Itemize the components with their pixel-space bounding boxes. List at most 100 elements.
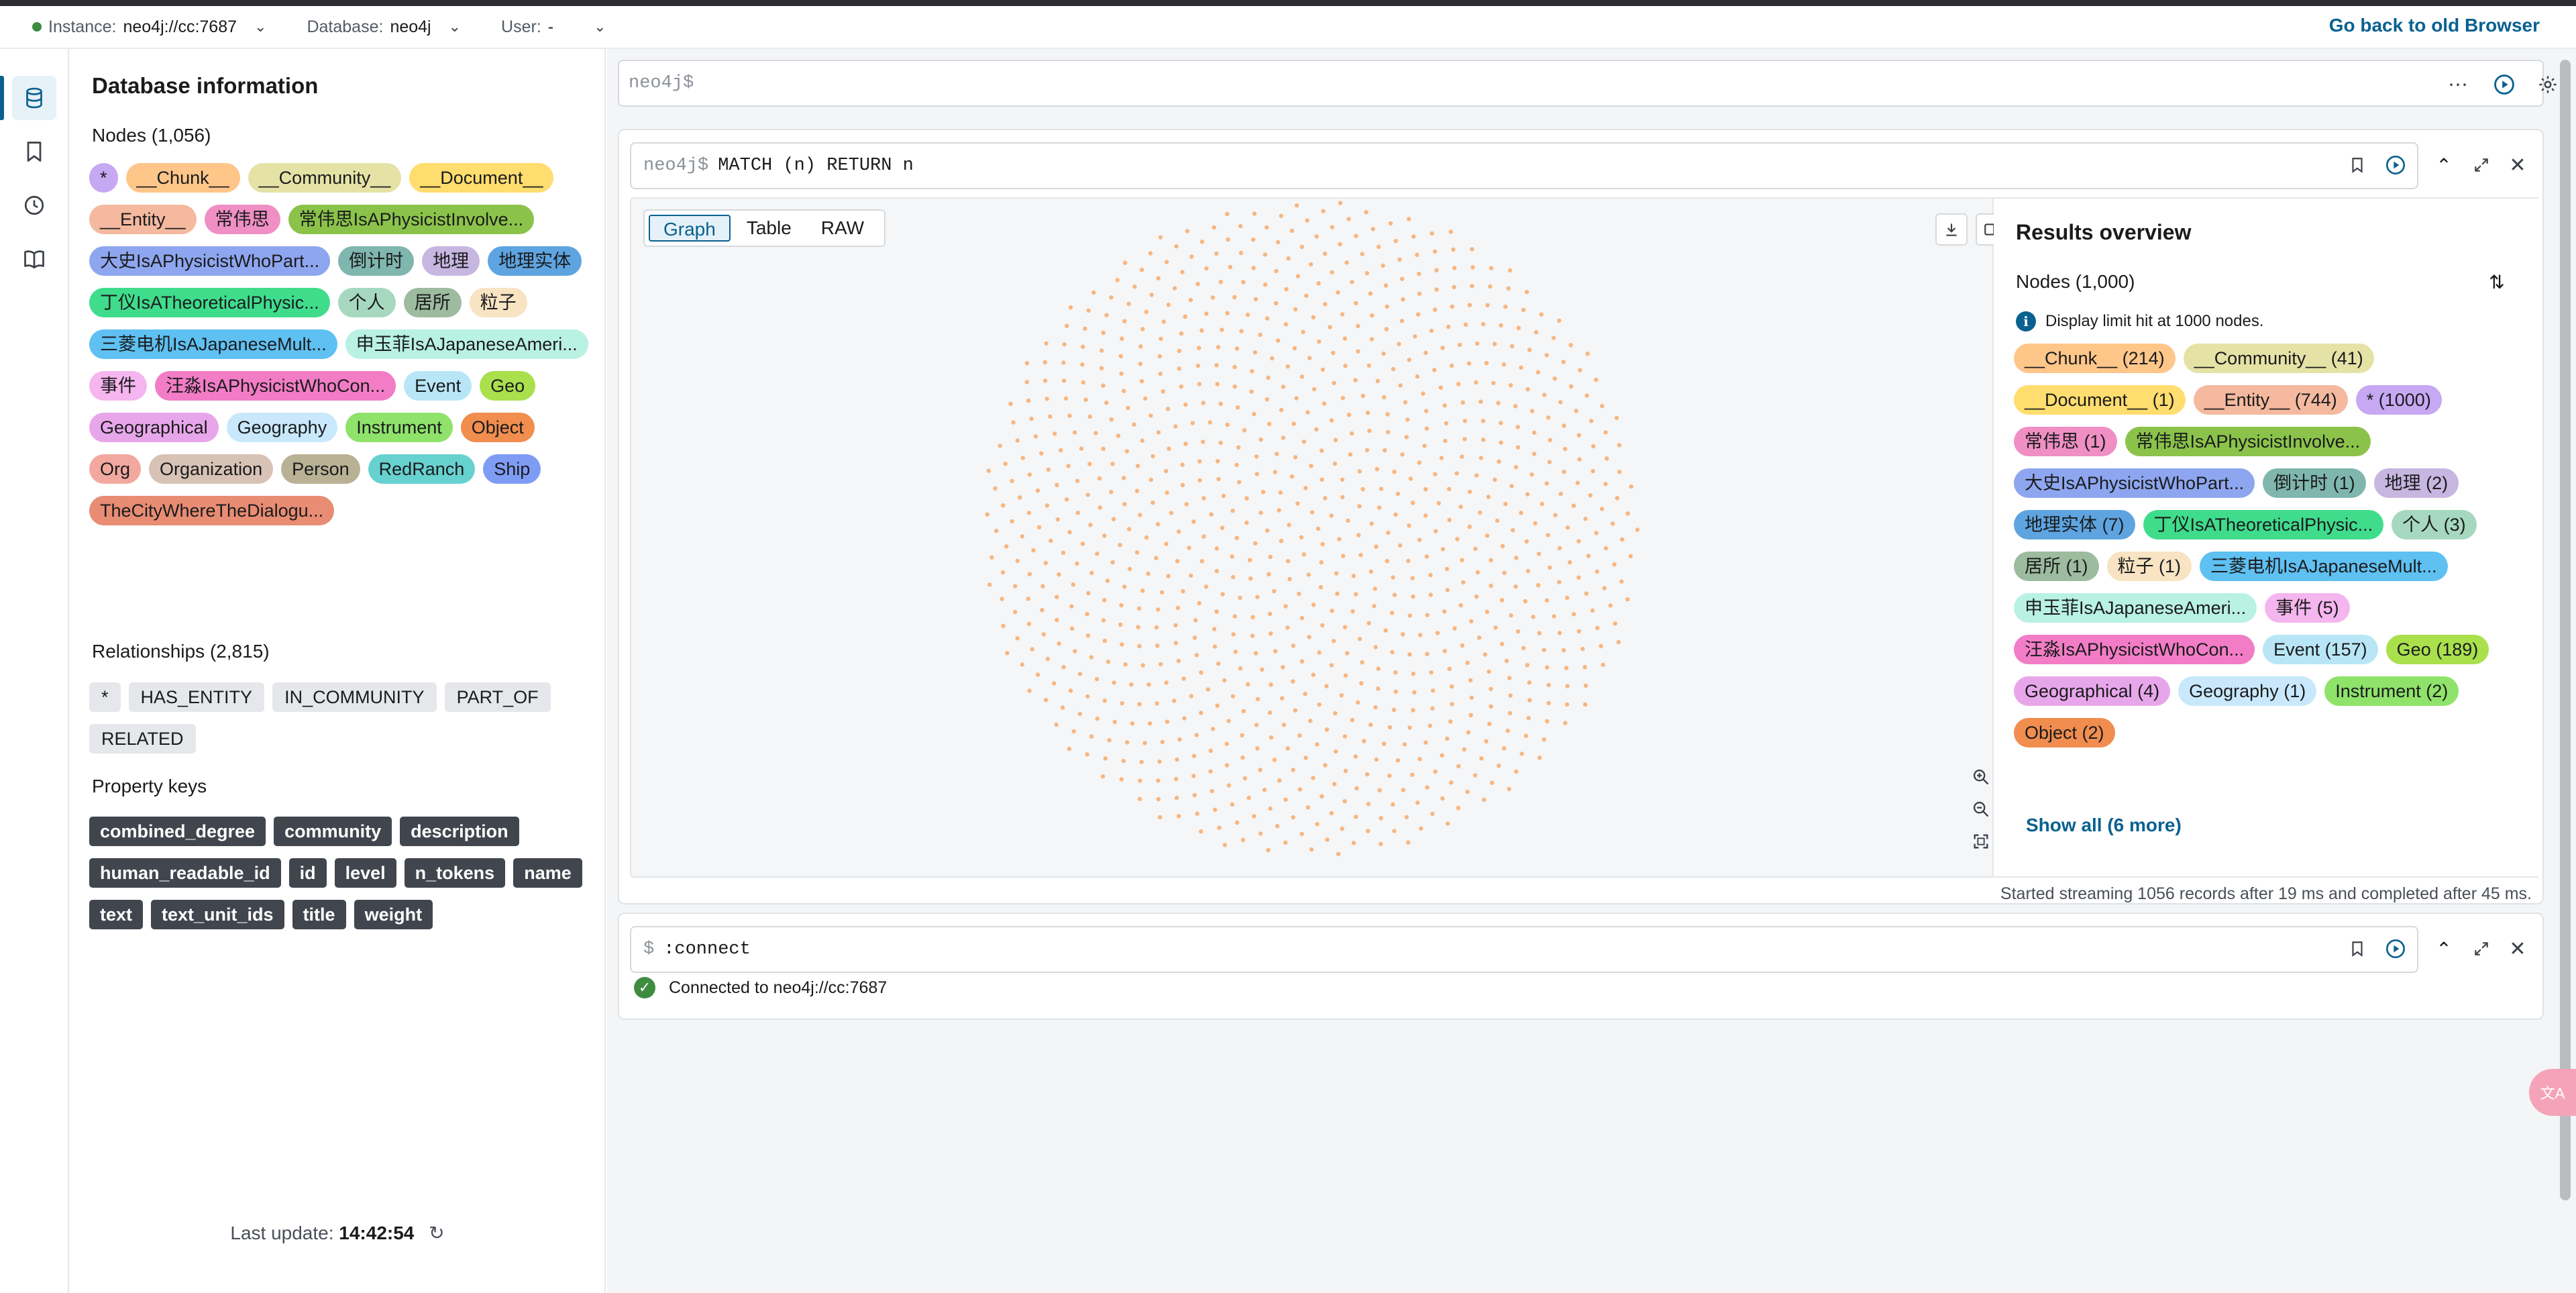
graph-node[interactable] [1245, 312, 1250, 317]
graph-node[interactable] [1043, 697, 1049, 703]
graph-node[interactable] [1344, 260, 1349, 265]
graph-node[interactable] [1491, 380, 1496, 385]
graph-node[interactable] [1230, 509, 1235, 513]
graph-node[interactable] [1495, 518, 1500, 523]
graph-node[interactable] [1509, 613, 1513, 618]
graph-node[interactable] [1617, 443, 1622, 448]
graph-node[interactable] [1024, 380, 1030, 384]
graph-node[interactable] [1154, 556, 1159, 560]
graph-node[interactable] [1430, 706, 1435, 711]
result-label-chip[interactable]: 地理实体 (7) [2014, 510, 2135, 539]
graph-node[interactable] [1140, 663, 1145, 668]
graph-node[interactable] [1158, 371, 1163, 376]
graph-node[interactable] [1537, 756, 1542, 760]
graph-node[interactable] [1166, 574, 1171, 578]
graph-node[interactable] [1174, 795, 1179, 800]
graph-node[interactable] [1565, 595, 1570, 601]
property-key-chip[interactable]: id [288, 858, 327, 888]
graph-node[interactable] [1291, 643, 1296, 648]
graph-node[interactable] [1201, 439, 1205, 444]
graph-node[interactable] [1080, 362, 1085, 367]
graph-node[interactable] [1134, 488, 1140, 493]
graph-node[interactable] [1568, 384, 1574, 389]
rerun-button[interactable] [2382, 152, 2409, 178]
graph-node[interactable] [1177, 737, 1182, 742]
graph-node[interactable] [1595, 625, 1600, 631]
graph-node[interactable] [1514, 556, 1519, 560]
graph-node[interactable] [1479, 456, 1483, 460]
graph-node[interactable] [1210, 295, 1216, 300]
graph-node[interactable] [1322, 401, 1327, 406]
graph-node[interactable] [1226, 237, 1230, 242]
graph-node[interactable] [1515, 425, 1520, 429]
graph-node[interactable] [1099, 366, 1104, 370]
graph-node[interactable] [1576, 575, 1581, 580]
graph-node[interactable] [1346, 413, 1352, 417]
graph-node[interactable] [1602, 586, 1607, 590]
graph-node[interactable] [1484, 360, 1489, 366]
graph-node[interactable] [1042, 360, 1047, 364]
graph-node[interactable] [1392, 592, 1397, 597]
graph-node[interactable] [1424, 409, 1429, 413]
relationship-type-chip[interactable]: IN_COMMUNITY [272, 682, 437, 712]
graph-node[interactable] [1230, 554, 1234, 559]
graph-node[interactable] [1118, 622, 1123, 627]
graph-node[interactable] [1197, 382, 1202, 386]
graph-node[interactable] [1625, 511, 1630, 516]
graph-node[interactable] [1287, 523, 1291, 527]
graph-node[interactable] [1175, 757, 1179, 762]
graph-node[interactable] [1075, 511, 1080, 515]
graph-node[interactable] [1139, 760, 1144, 764]
graph-node[interactable] [1373, 645, 1378, 650]
graph-node[interactable] [1311, 603, 1316, 607]
graph-node[interactable] [1563, 721, 1568, 725]
graph-node[interactable] [1225, 211, 1230, 216]
graph-node[interactable] [1234, 346, 1240, 351]
graph-node[interactable] [1314, 427, 1319, 432]
graph-node[interactable] [1214, 546, 1219, 551]
graph-node[interactable] [1062, 342, 1067, 347]
graph-node[interactable] [1353, 378, 1358, 382]
graph-node[interactable] [1343, 364, 1348, 368]
graph-node[interactable] [1513, 404, 1518, 409]
graph-node[interactable] [1144, 535, 1149, 540]
graph-node[interactable] [1404, 435, 1409, 439]
graph-node[interactable] [1458, 505, 1463, 509]
property-key-chip[interactable]: title [292, 900, 346, 929]
node-label-chip[interactable]: Event [404, 371, 472, 401]
graph-node[interactable] [1331, 350, 1336, 356]
graph-node[interactable] [1156, 778, 1161, 783]
frame-query-editor[interactable]: $ :connect [630, 926, 2418, 973]
graph-node[interactable] [1274, 268, 1279, 274]
graph-node[interactable] [1529, 409, 1535, 413]
graph-node[interactable] [1140, 588, 1145, 593]
graph-node[interactable] [1189, 254, 1194, 259]
graph-node[interactable] [1469, 619, 1474, 624]
collapse-icon[interactable]: ⌃ [2430, 152, 2457, 178]
graph-node[interactable] [1460, 400, 1465, 405]
graph-node[interactable] [1297, 733, 1302, 738]
graph-node[interactable] [1122, 389, 1126, 393]
graph-node[interactable] [1489, 704, 1493, 709]
graph-node[interactable] [1232, 295, 1237, 300]
graph-node[interactable] [1195, 363, 1201, 368]
graph-node[interactable] [1401, 632, 1405, 637]
graph-node[interactable] [1157, 759, 1162, 764]
graph-node[interactable] [1155, 701, 1159, 706]
graph-node[interactable] [994, 529, 999, 533]
graph-node[interactable] [1577, 457, 1582, 462]
graph-node[interactable] [1397, 342, 1401, 346]
graph-node[interactable] [1415, 374, 1419, 379]
graph-node[interactable] [1255, 594, 1260, 599]
node-label-chip[interactable]: Organization [149, 454, 274, 484]
graph-node[interactable] [1516, 325, 1521, 330]
graph-node[interactable] [1301, 329, 1305, 334]
zoom-in-icon[interactable] [1966, 762, 1996, 792]
graph-node[interactable] [1372, 604, 1377, 609]
graph-node[interactable] [1292, 346, 1297, 351]
graph-node[interactable] [1388, 221, 1393, 226]
graph-node[interactable] [1212, 225, 1216, 230]
graph-node[interactable] [1336, 851, 1341, 856]
graph-node[interactable] [1184, 502, 1189, 507]
graph-node[interactable] [1314, 234, 1319, 239]
